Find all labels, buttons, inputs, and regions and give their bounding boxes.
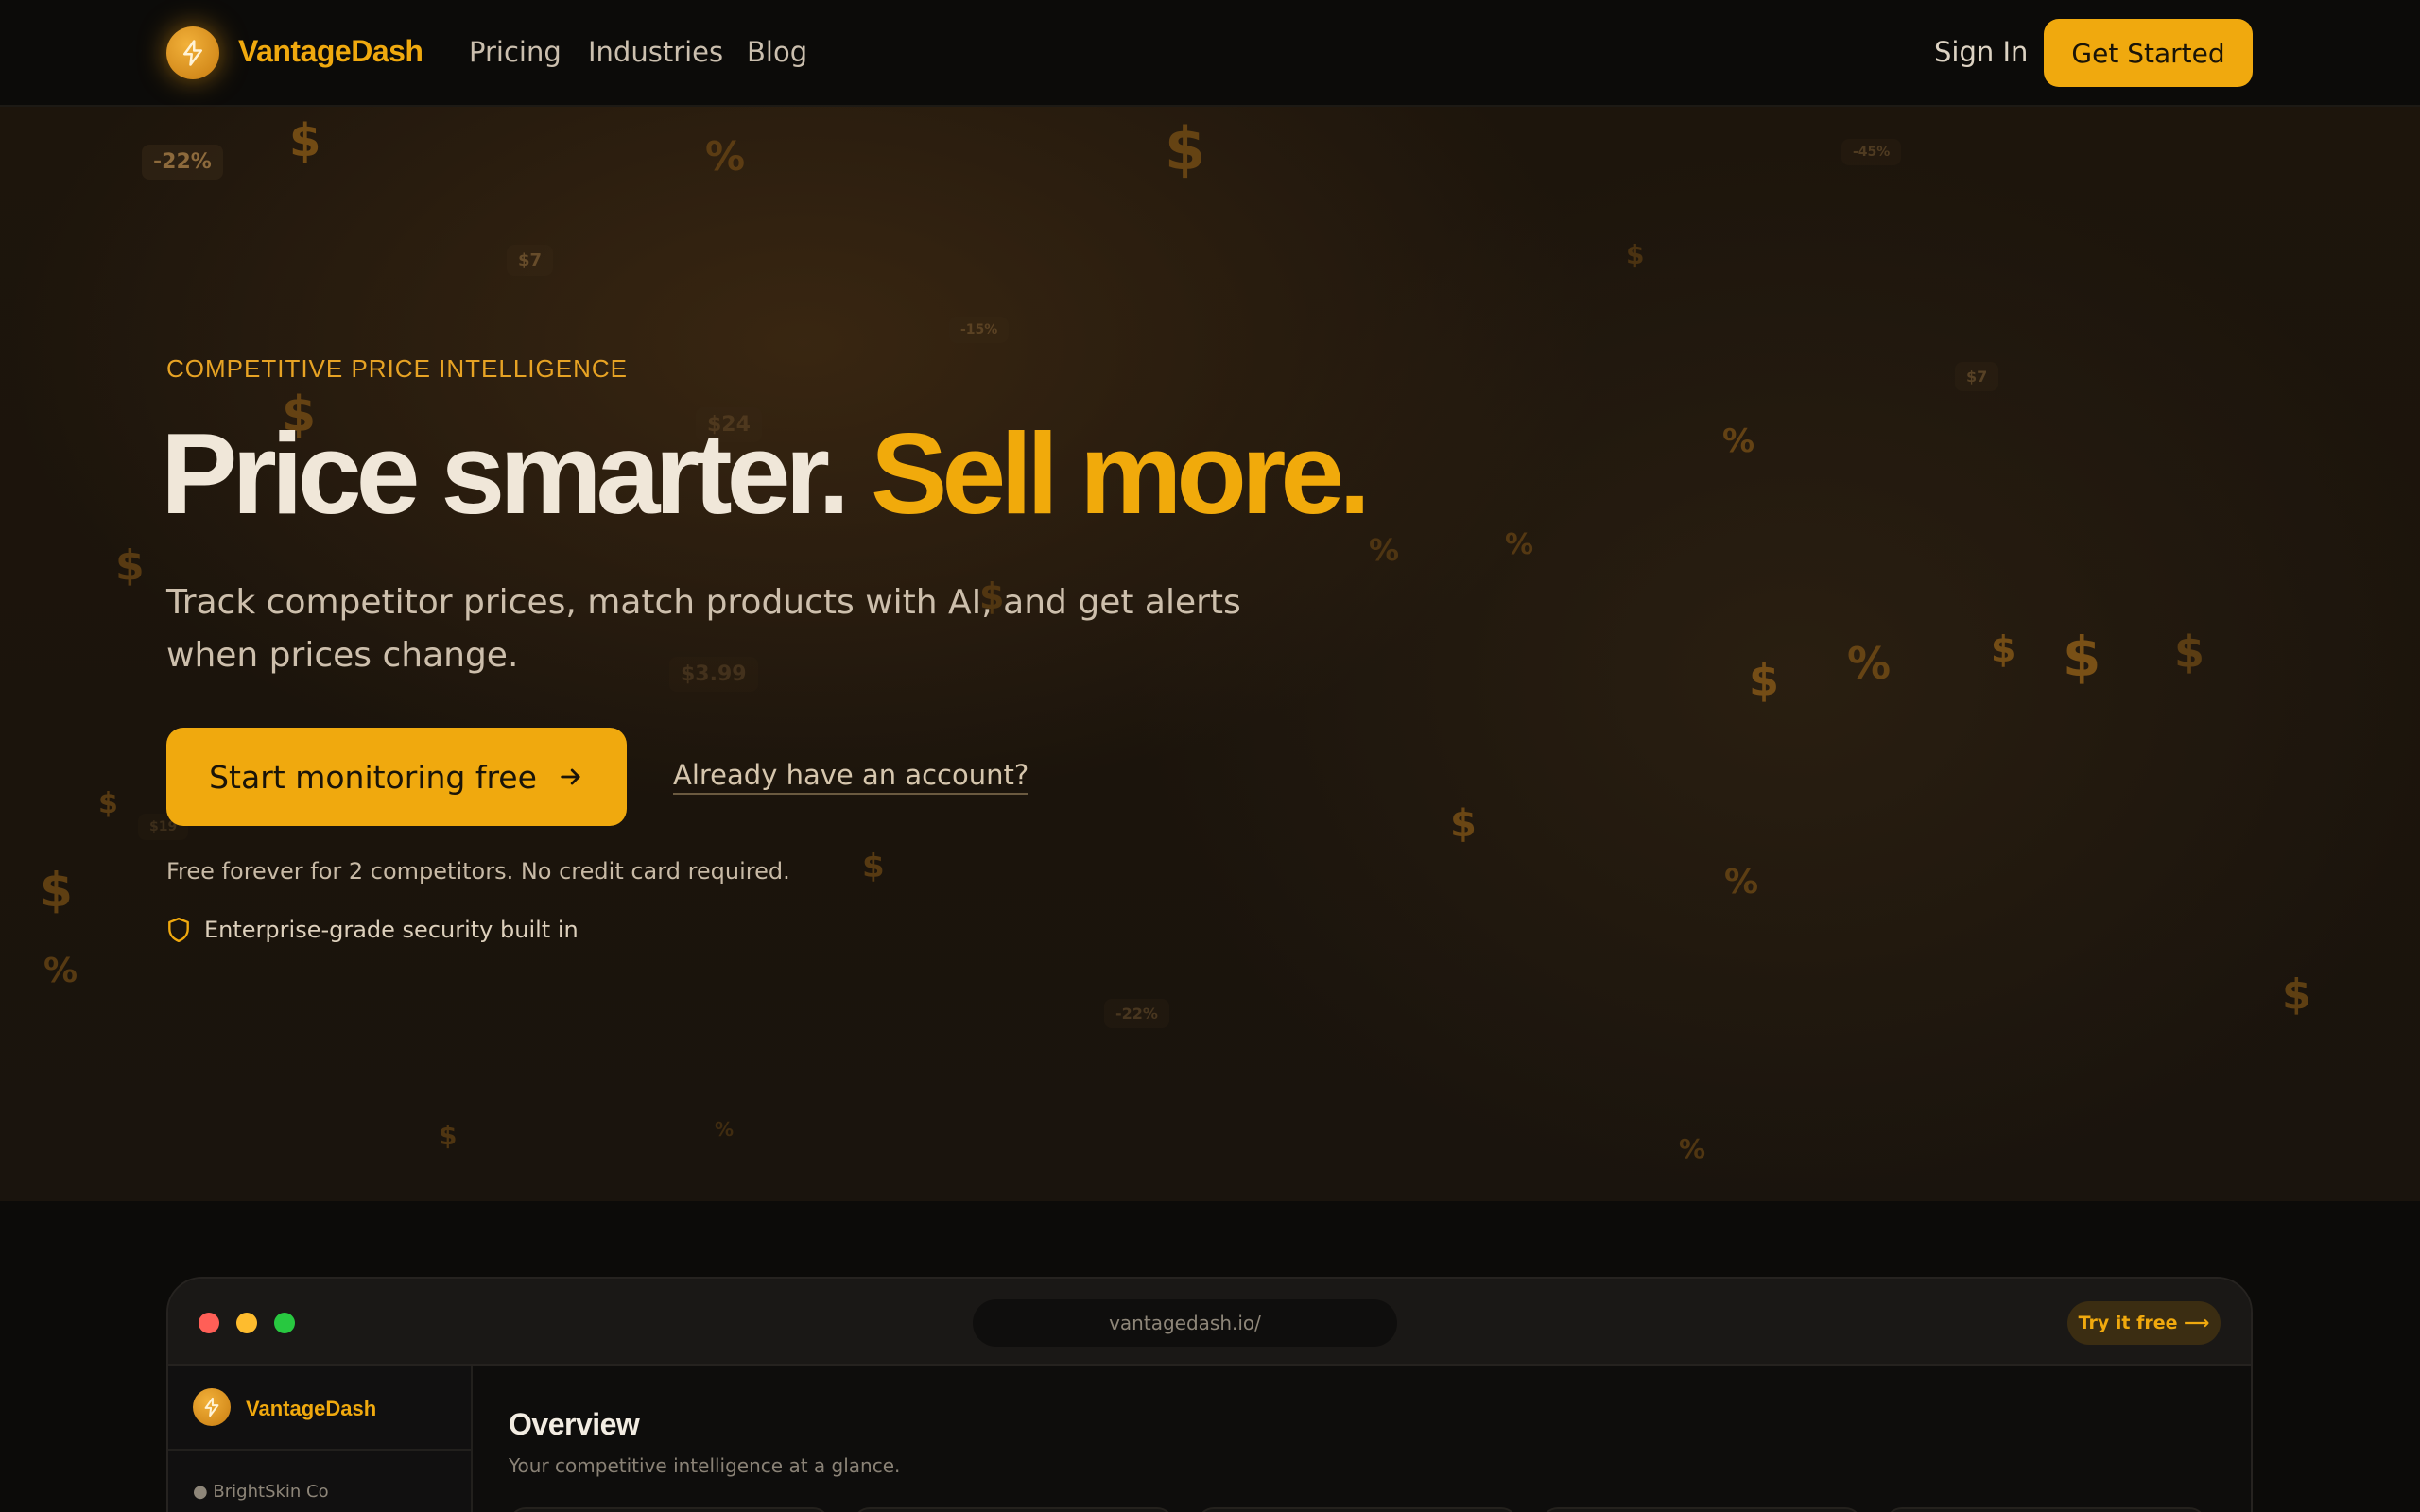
percent-icon: % — [1369, 532, 1400, 568]
security-note: Enterprise-grade security built in — [166, 917, 579, 943]
top-nav: VantageDash Pricing Industries Blog Sign… — [0, 0, 2420, 107]
decor-badge: $7 — [507, 245, 554, 276]
percent-icon: % — [1722, 422, 1755, 460]
already-have-account-link[interactable]: Already have an account? — [673, 759, 1029, 795]
dollar-icon: $ — [1991, 628, 2016, 670]
percent-icon: % — [1505, 528, 1534, 561]
dollar-icon: $ — [1626, 239, 1645, 270]
percent-icon: % — [1847, 638, 1892, 689]
percent-icon: % — [715, 1118, 735, 1141]
try-it-free-button[interactable]: Try it free ⟶ — [2067, 1301, 2221, 1345]
percent-icon: % — [1724, 863, 1759, 902]
minimize-dot-icon — [236, 1313, 257, 1333]
bolt-icon[interactable] — [166, 26, 219, 79]
get-started-button[interactable]: Get Started — [2044, 19, 2253, 87]
decor-badge: -22% — [1104, 999, 1169, 1028]
hero-section: -22% $ % $ $7 -15% $ -45% $7 $ $24 % % %… — [0, 107, 2420, 1201]
hero-eyebrow: COMPETITIVE PRICE INTELLIGENCE — [166, 354, 628, 383]
dollar-icon: $ — [862, 848, 885, 885]
dollar-icon: $ — [98, 787, 118, 820]
stat-card — [509, 1507, 830, 1512]
stat-card — [1197, 1507, 1518, 1512]
percent-icon: % — [705, 133, 746, 180]
free-note: Free forever for 2 competitors. No credi… — [166, 858, 790, 885]
hero-subhead: Track competitor prices, match products … — [166, 583, 1241, 675]
shield-icon — [168, 917, 189, 943]
nav-link-pricing[interactable]: Pricing — [469, 36, 562, 68]
cta-label: Start monitoring free — [209, 758, 537, 796]
dollar-icon: $ — [1165, 114, 1206, 183]
preview-main: Overview Your competitive intelligence a… — [473, 1366, 2251, 1512]
percent-icon: % — [43, 952, 78, 990]
security-label: Enterprise-grade security built in — [204, 917, 579, 943]
dollar-icon: $ — [2063, 625, 2101, 689]
stat-card — [853, 1507, 1174, 1512]
dollar-icon: $ — [2174, 627, 2205, 678]
dollar-icon: $ — [439, 1120, 458, 1151]
brand-logo[interactable]: VantageDash — [238, 34, 424, 69]
decor-badge: -45% — [1841, 139, 1902, 165]
divider — [168, 1449, 473, 1451]
dollar-icon: $ — [289, 114, 321, 167]
preview-sidebar: VantageDash ● BrightSkin Co — [168, 1366, 473, 1512]
url-bar: vantagedash.io/ — [973, 1299, 1397, 1347]
headline-gold: Sell more. — [871, 409, 1371, 538]
dollar-icon: $ — [1749, 655, 1780, 706]
headline-white: Price smarter. — [161, 409, 850, 538]
dollar-icon: $ — [40, 863, 73, 918]
page-subtitle: Your competitive intelligence at a glanc… — [509, 1454, 901, 1477]
preview-brand: VantageDash — [246, 1397, 377, 1420]
nav-link-blog[interactable]: Blog — [747, 36, 807, 68]
decor-badge: -22% — [142, 145, 223, 180]
percent-icon: % — [1679, 1133, 1706, 1164]
bolt-icon — [193, 1388, 231, 1426]
start-monitoring-button[interactable]: Start monitoring free — [166, 728, 627, 826]
hero-headline: Price smarter. Sell more. — [161, 407, 1371, 540]
arrow-right-icon — [561, 768, 580, 785]
stat-card — [1885, 1507, 2206, 1512]
dollar-icon: $ — [2282, 971, 2311, 1019]
org-switcher[interactable]: ● BrightSkin Co — [193, 1482, 329, 1502]
sign-in-link[interactable]: Sign In — [1934, 36, 2028, 68]
decor-badge: -15% — [949, 317, 1010, 343]
stat-card — [1541, 1507, 1862, 1512]
dollar-icon: $ — [1450, 802, 1477, 846]
dollar-icon: $ — [115, 541, 145, 590]
decor-badge: $7 — [1955, 362, 1999, 391]
page-title: Overview — [509, 1407, 640, 1441]
close-dot-icon — [199, 1313, 219, 1333]
browser-bar: vantagedash.io/ Try it free ⟶ — [168, 1279, 2251, 1366]
nav-link-industries[interactable]: Industries — [588, 36, 723, 68]
app-preview-window: vantagedash.io/ Try it free ⟶ VantageDas… — [166, 1277, 2253, 1512]
maximize-dot-icon — [274, 1313, 295, 1333]
